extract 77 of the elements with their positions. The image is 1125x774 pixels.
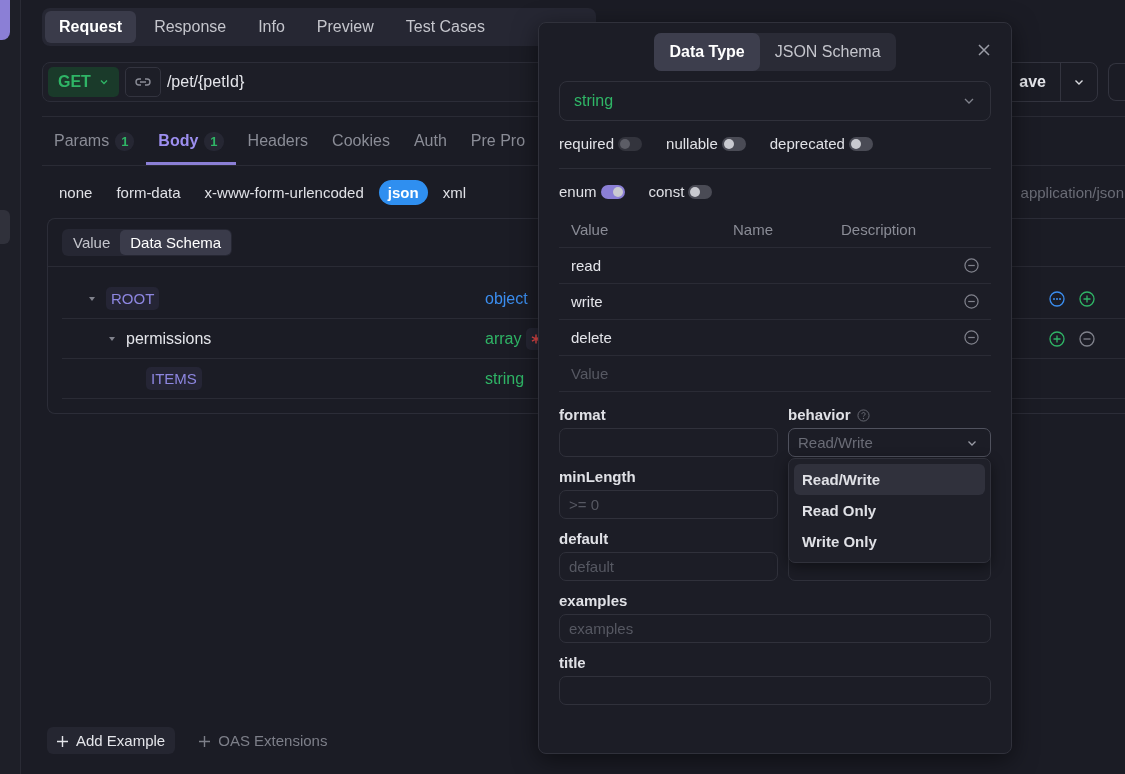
content-type: application/json — [1020, 183, 1124, 201]
popup-tab[interactable]: JSON Schema — [759, 33, 896, 71]
menu-option[interactable]: Read/Write — [794, 464, 985, 495]
node-name: ROOT — [106, 287, 160, 310]
toggle-switch[interactable] — [721, 136, 746, 151]
method-select[interactable]: GET — [48, 67, 119, 97]
url-input[interactable]: /pet/{petId} — [166, 73, 245, 91]
chevron-down-icon — [98, 77, 109, 87]
body-type-option[interactable]: form-data — [107, 179, 190, 205]
body-type-option[interactable]: x-www-form-urlencoded — [195, 179, 373, 205]
add-icon[interactable] — [1079, 290, 1095, 307]
link-button[interactable] — [124, 67, 161, 97]
plus-icon — [199, 736, 211, 747]
enum-value: read — [571, 257, 602, 274]
type-label: string — [485, 369, 525, 388]
oas-extensions-button[interactable]: OAS Extensions — [193, 731, 334, 750]
toggle-label: deprecated — [769, 135, 845, 152]
node-name: permissions — [126, 329, 212, 348]
request-tab[interactable]: Preview — [302, 11, 388, 43]
field-label: examples — [559, 592, 629, 610]
request-tab[interactable]: Test Cases — [391, 11, 499, 43]
type-label: array — [485, 329, 522, 348]
param-tab[interactable]: Params 1 — [42, 120, 147, 165]
expand-arrow-icon[interactable] — [88, 294, 96, 303]
examples-input[interactable]: examples — [559, 614, 991, 643]
menu-option[interactable]: Read Only — [794, 495, 985, 526]
request-tab[interactable]: Response — [140, 11, 241, 43]
column-header: Name — [733, 221, 774, 238]
node-name: ITEMS — [146, 367, 202, 390]
toggle-label: required — [559, 135, 615, 152]
min-length-input[interactable]: >= 0 — [559, 490, 778, 519]
toggle-label: nullable — [666, 135, 718, 152]
remove-icon[interactable] — [1079, 330, 1095, 347]
link-icon — [134, 77, 151, 87]
menu-option[interactable]: Write Only — [794, 526, 985, 557]
field-label: format — [559, 406, 607, 424]
param-tab[interactable]: Body 1 — [146, 120, 236, 165]
popup-tab[interactable]: Data Type — [654, 33, 760, 71]
field-label: minLength — [559, 468, 637, 486]
request-tab[interactable]: Request — [45, 11, 137, 43]
plus-icon — [57, 736, 68, 747]
new-value-input[interactable]: Value — [571, 365, 771, 382]
enum-value: delete — [571, 329, 612, 346]
request-tab[interactable]: Info — [244, 11, 299, 43]
type-label: object — [485, 289, 528, 308]
default-input[interactable]: default — [559, 552, 778, 581]
toggle-label: enum — [559, 183, 597, 200]
add-icon[interactable] — [1049, 330, 1065, 347]
remove-icon[interactable] — [964, 258, 979, 273]
remove-icon[interactable] — [964, 294, 979, 309]
toggle-switch[interactable] — [848, 136, 873, 151]
field-label: default — [559, 530, 610, 548]
param-tab[interactable]: Headers — [235, 120, 321, 165]
count-badge: 1 — [204, 131, 224, 151]
field-label: title — [559, 654, 587, 672]
remove-icon[interactable] — [964, 330, 979, 345]
enum-value: write — [571, 293, 603, 310]
param-tab[interactable]: Auth — [401, 120, 459, 165]
view-tab[interactable]: Data Schema — [120, 230, 232, 255]
more-icon[interactable] — [1049, 290, 1065, 307]
toggle-label: const — [648, 183, 685, 200]
column-header: Value — [571, 221, 610, 238]
toggle-switch[interactable] — [600, 184, 625, 199]
body-type-option[interactable]: xml — [433, 179, 475, 205]
param-tab[interactable]: Cookies — [320, 120, 402, 165]
type-select[interactable]: string — [559, 81, 991, 121]
param-tab[interactable]: Pre Pro — [458, 120, 538, 165]
view-tab[interactable]: Value — [63, 230, 121, 255]
body-type-option[interactable]: none — [50, 179, 102, 205]
add-example-button[interactable]: Add Example — [47, 727, 176, 754]
expand-arrow-icon[interactable] — [108, 334, 116, 343]
close-icon[interactable] — [977, 43, 991, 57]
column-header: Description — [841, 221, 917, 238]
count-badge: 1 — [115, 131, 135, 151]
rail-item[interactable] — [0, 0, 10, 40]
field-label: behavior — [788, 406, 851, 424]
toggle-switch[interactable] — [688, 184, 713, 199]
